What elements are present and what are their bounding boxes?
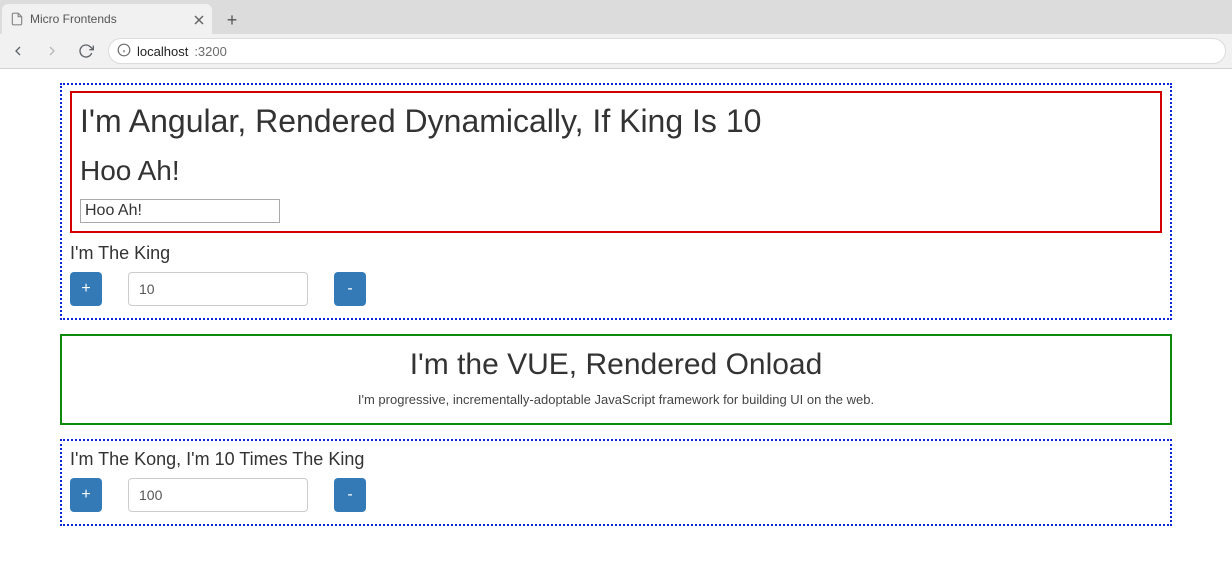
tab-strip: Micro Frontends + <box>0 0 1232 34</box>
url-port: :3200 <box>194 44 227 59</box>
kong-plus-button[interactable]: + <box>70 478 102 512</box>
vue-box: I'm the VUE, Rendered Onload I'm progres… <box>60 334 1172 425</box>
kong-counter-row: + - <box>70 478 1162 512</box>
king-minus-button[interactable]: - <box>334 272 366 306</box>
vue-description: I'm progressive, incrementally-adoptable… <box>72 392 1160 407</box>
king-counter-row: + - <box>70 272 1162 306</box>
vue-heading: I'm the VUE, Rendered Onload <box>72 348 1160 382</box>
king-label: I'm The King <box>70 243 1162 264</box>
new-tab-button[interactable]: + <box>218 6 246 34</box>
url-host: localhost <box>137 44 188 59</box>
angular-box: I'm Angular, Rendered Dynamically, If Ki… <box>70 91 1162 233</box>
reload-button[interactable] <box>74 39 98 63</box>
forward-button[interactable] <box>40 39 64 63</box>
angular-subheading: Hoo Ah! <box>80 155 1152 187</box>
king-section: I'm Angular, Rendered Dynamically, If Ki… <box>60 83 1172 320</box>
king-value-input[interactable] <box>128 272 308 306</box>
kong-minus-button[interactable]: - <box>334 478 366 512</box>
browser-chrome: Micro Frontends + <box>0 0 1232 69</box>
address-bar[interactable]: localhost :3200 <box>108 38 1226 64</box>
angular-heading: I'm Angular, Rendered Dynamically, If Ki… <box>80 101 1152 141</box>
info-icon <box>117 43 131 60</box>
kong-section: I'm The Kong, I'm 10 Times The King + - <box>60 439 1172 526</box>
tab-title: Micro Frontends <box>30 12 188 26</box>
browser-toolbar: localhost :3200 <box>0 34 1232 68</box>
hoo-ah-input[interactable] <box>80 199 280 223</box>
close-icon[interactable] <box>194 14 204 24</box>
kong-value-input[interactable] <box>128 478 308 512</box>
back-button[interactable] <box>6 39 30 63</box>
page-content: I'm Angular, Rendered Dynamically, If Ki… <box>0 69 1232 570</box>
tab-active[interactable]: Micro Frontends <box>2 4 212 34</box>
page-icon <box>10 12 24 26</box>
king-plus-button[interactable]: + <box>70 272 102 306</box>
kong-label: I'm The Kong, I'm 10 Times The King <box>70 449 1162 470</box>
plus-icon: + <box>227 11 238 29</box>
